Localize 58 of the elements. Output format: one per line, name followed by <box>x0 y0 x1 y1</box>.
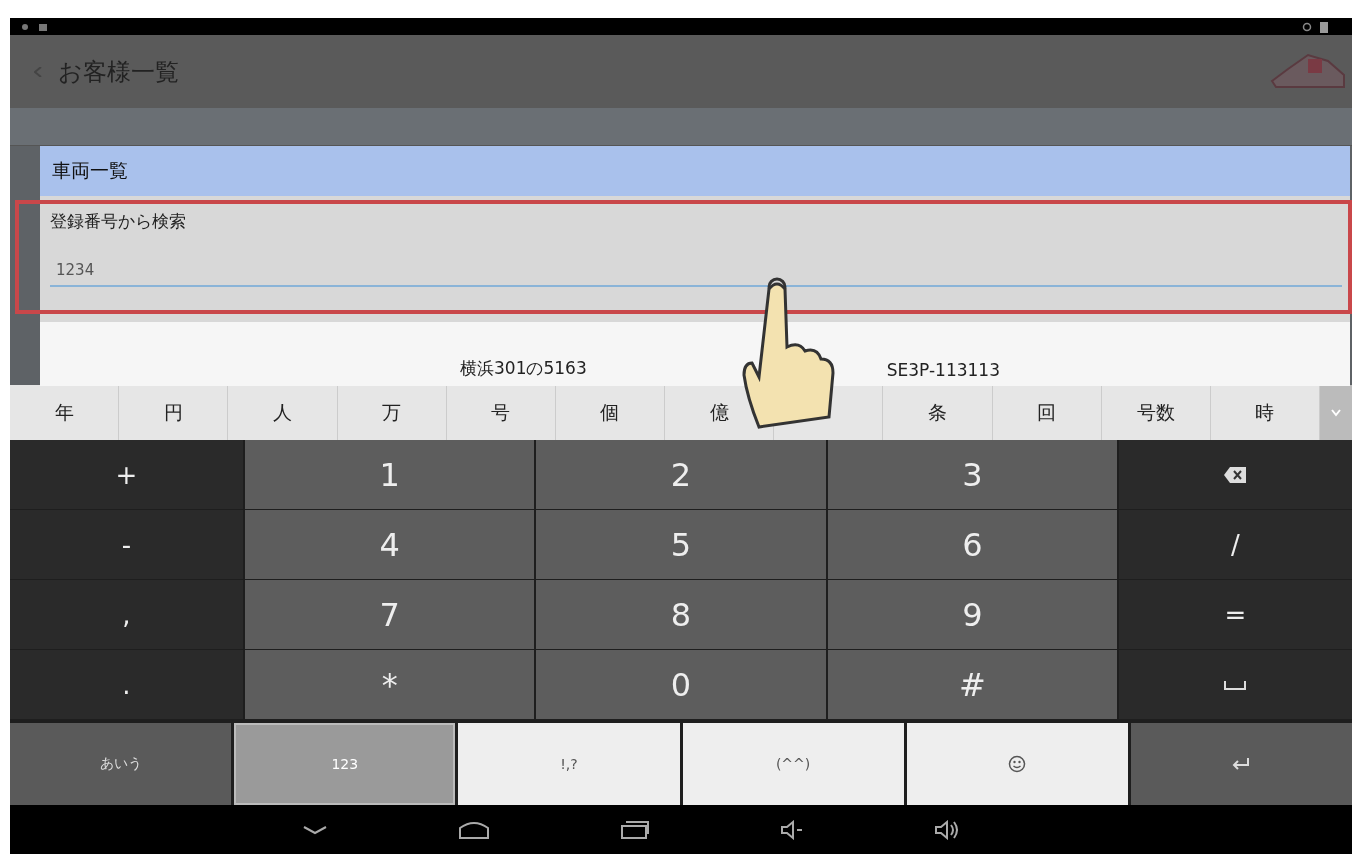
mode-key[interactable] <box>1130 723 1352 805</box>
candidate-key[interactable]: 人 <box>271 397 293 428</box>
volume-down-icon[interactable] <box>780 819 804 840</box>
hide-keyboard-icon[interactable] <box>302 823 328 836</box>
number-key[interactable]: 2 <box>536 440 826 509</box>
notification-icon <box>20 21 30 32</box>
number-key[interactable]: 6 <box>827 510 1117 579</box>
dialog-title: 車両一覧 <box>40 146 1350 196</box>
number-key[interactable]: 5 <box>536 510 826 579</box>
home-icon[interactable] <box>458 819 490 840</box>
number-key[interactable]: 3 <box>827 440 1117 509</box>
number-key[interactable]: 7 <box>245 580 535 649</box>
candidate-key[interactable]: 号 <box>490 397 512 428</box>
candidate-key[interactable]: 万 <box>381 397 403 428</box>
symbol-key[interactable]: = <box>1119 580 1352 649</box>
recent-apps-icon[interactable] <box>620 819 650 840</box>
candidate-key[interactable]: 時 <box>1254 397 1276 428</box>
symbol-key[interactable]: + <box>10 440 243 509</box>
backspace-icon <box>1224 466 1247 483</box>
symbol-key[interactable]: - <box>10 510 243 579</box>
enter-icon <box>1232 758 1251 770</box>
chevron-icon <box>1331 408 1342 417</box>
mode-key[interactable]: あいう <box>10 723 232 805</box>
screen-title: お客様一覧 <box>58 56 179 88</box>
number-key[interactable]: 4 <box>245 510 535 579</box>
volume-up-icon[interactable] <box>934 819 960 840</box>
image-icon <box>38 21 48 32</box>
mode-key[interactable] <box>906 723 1128 805</box>
model-code: SE3P-113113 <box>886 360 1000 380</box>
battery-icon <box>1320 20 1328 33</box>
search-field[interactable]: 1234 <box>50 261 1342 287</box>
sync-icon <box>1302 21 1312 32</box>
candidate-key[interactable]: 億 <box>708 397 730 428</box>
symbol-key[interactable] <box>1119 650 1352 719</box>
candidate-key[interactable]: 年 <box>53 397 75 428</box>
candidate-key[interactable]: 円 <box>162 397 184 428</box>
symbol-key[interactable]: , <box>10 580 243 649</box>
mode-key[interactable]: !,? <box>458 723 680 805</box>
candidate-key[interactable]: 回 <box>1036 397 1058 428</box>
number-key[interactable]: 8 <box>536 580 826 649</box>
symbol-key[interactable]: / <box>1119 510 1352 579</box>
number-key[interactable]: # <box>827 650 1117 719</box>
candidate-key[interactable]: 号数 <box>1135 397 1176 428</box>
plate-number: 横浜301の5163 <box>460 357 587 380</box>
smiley-icon <box>1008 755 1027 773</box>
number-key[interactable]: 9 <box>827 580 1117 649</box>
symbol-key[interactable] <box>1119 440 1352 509</box>
symbol-key[interactable]: . <box>10 650 243 719</box>
number-key[interactable]: * <box>245 650 535 719</box>
vehicle-row[interactable]: 横浜301の5163 SE3P-113113 <box>40 322 1350 386</box>
candidate-key[interactable]: 個 <box>599 397 621 428</box>
number-key[interactable]: 1 <box>245 440 535 509</box>
space-icon <box>1224 679 1247 690</box>
search-label: 登録番号から検索 <box>50 210 187 233</box>
candidate-key[interactable]: 条 <box>926 397 948 428</box>
expand-button[interactable] <box>1320 385 1352 440</box>
number-key[interactable]: 0 <box>536 650 826 719</box>
mode-key[interactable]: (^^) <box>682 723 904 805</box>
